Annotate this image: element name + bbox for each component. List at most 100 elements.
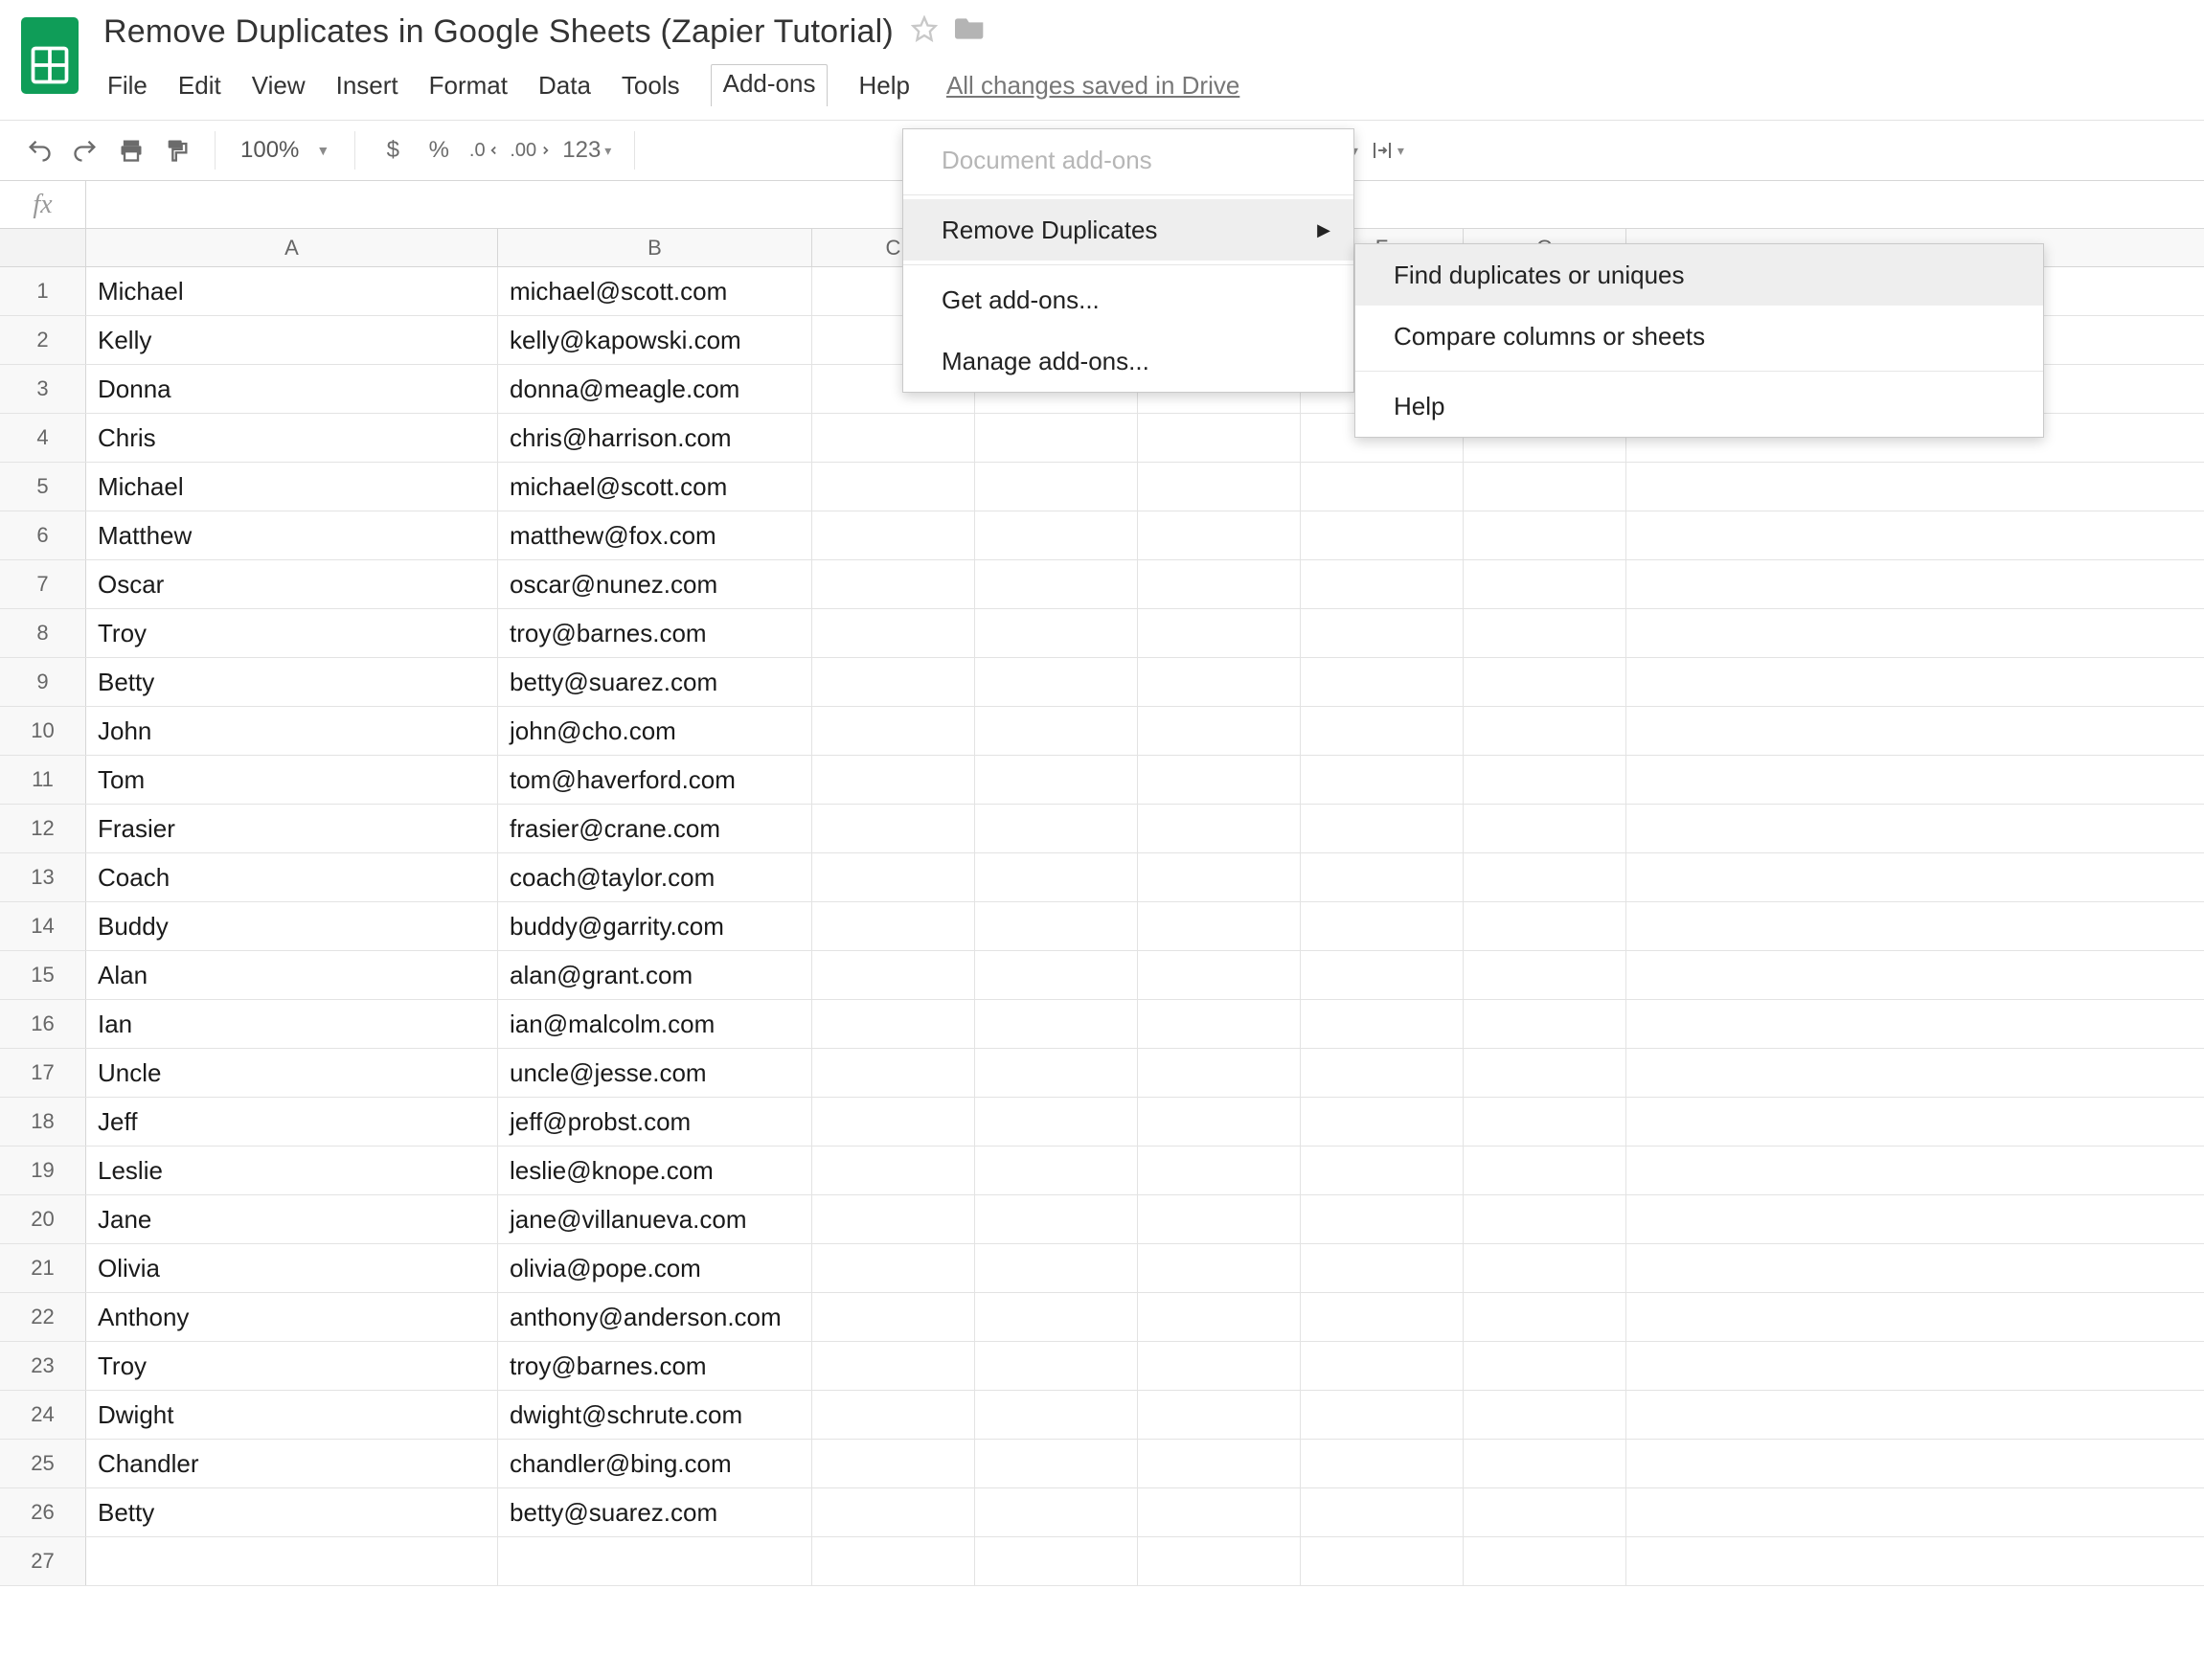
submenu-find-duplicates[interactable]: Find duplicates or uniques <box>1355 244 2043 306</box>
cell[interactable] <box>1138 609 1301 657</box>
cell[interactable]: Dwight <box>86 1391 498 1439</box>
cell[interactable] <box>1464 1488 1626 1536</box>
cell[interactable] <box>812 1391 975 1439</box>
addons-get-addons[interactable]: Get add-ons... <box>903 269 1353 330</box>
row-header[interactable]: 25 <box>0 1440 86 1487</box>
cell[interactable]: Frasier <box>86 805 498 852</box>
cell[interactable] <box>1464 1195 1626 1243</box>
cell[interactable]: michael@scott.com <box>498 267 812 315</box>
cell[interactable] <box>1138 658 1301 706</box>
menu-insert[interactable]: Insert <box>336 71 398 101</box>
row-header[interactable]: 16 <box>0 1000 86 1048</box>
cell[interactable] <box>1464 463 1626 511</box>
cell[interactable] <box>812 853 975 901</box>
cell[interactable] <box>812 756 975 804</box>
cell[interactable] <box>1138 1146 1301 1194</box>
cell[interactable] <box>1464 1342 1626 1390</box>
cell[interactable] <box>1138 1293 1301 1341</box>
cell[interactable]: Kelly <box>86 316 498 364</box>
row-header[interactable]: 19 <box>0 1146 86 1194</box>
increase-decimal-button[interactable]: .00 <box>509 128 553 172</box>
cell[interactable] <box>1301 756 1464 804</box>
cell[interactable] <box>1464 609 1626 657</box>
cell[interactable] <box>975 1391 1138 1439</box>
cell[interactable]: uncle@jesse.com <box>498 1049 812 1097</box>
cell[interactable]: ian@malcolm.com <box>498 1000 812 1048</box>
cell[interactable] <box>812 658 975 706</box>
cell[interactable]: kelly@kapowski.com <box>498 316 812 364</box>
document-title[interactable]: Remove Duplicates in Google Sheets (Zapi… <box>103 13 894 51</box>
cell[interactable] <box>975 1049 1138 1097</box>
cell[interactable]: Chris <box>86 414 498 462</box>
cell[interactable] <box>1301 1195 1464 1243</box>
menu-data[interactable]: Data <box>538 71 591 101</box>
cell[interactable] <box>1464 1049 1626 1097</box>
cell[interactable] <box>1138 951 1301 999</box>
cell[interactable] <box>812 1244 975 1292</box>
cell[interactable] <box>812 951 975 999</box>
cell[interactable] <box>975 951 1138 999</box>
cell[interactable] <box>1301 1000 1464 1048</box>
cell[interactable] <box>812 463 975 511</box>
cell[interactable] <box>1138 1488 1301 1536</box>
cell[interactable] <box>1138 463 1301 511</box>
submenu-compare-columns[interactable]: Compare columns or sheets <box>1355 306 2043 367</box>
cell[interactable]: buddy@garrity.com <box>498 902 812 950</box>
row-header[interactable]: 24 <box>0 1391 86 1439</box>
cell[interactable] <box>1464 805 1626 852</box>
cell[interactable]: troy@barnes.com <box>498 609 812 657</box>
cell[interactable] <box>975 853 1138 901</box>
cell[interactable] <box>975 756 1138 804</box>
cell[interactable] <box>975 414 1138 462</box>
cell[interactable] <box>975 1146 1138 1194</box>
menu-file[interactable]: File <box>107 71 148 101</box>
cell[interactable] <box>975 805 1138 852</box>
cell[interactable]: Chandler <box>86 1440 498 1487</box>
cell[interactable] <box>1464 707 1626 755</box>
cell[interactable] <box>812 609 975 657</box>
cell[interactable]: Jane <box>86 1195 498 1243</box>
cell[interactable] <box>975 609 1138 657</box>
cell[interactable] <box>1138 1391 1301 1439</box>
row-header[interactable]: 18 <box>0 1098 86 1146</box>
cell[interactable] <box>975 463 1138 511</box>
cell[interactable] <box>1301 805 1464 852</box>
cell[interactable]: olivia@pope.com <box>498 1244 812 1292</box>
cell[interactable]: dwight@schrute.com <box>498 1391 812 1439</box>
cell[interactable] <box>1138 511 1301 559</box>
cell[interactable] <box>1301 853 1464 901</box>
undo-button[interactable] <box>17 128 61 172</box>
cell[interactable]: chandler@bing.com <box>498 1440 812 1487</box>
cell[interactable] <box>1301 1049 1464 1097</box>
cell[interactable] <box>975 707 1138 755</box>
cell[interactable] <box>975 1342 1138 1390</box>
row-header[interactable]: 17 <box>0 1049 86 1097</box>
cell[interactable] <box>812 1098 975 1146</box>
cell[interactable]: Olivia <box>86 1244 498 1292</box>
cell[interactable]: Troy <box>86 609 498 657</box>
cell[interactable] <box>812 902 975 950</box>
decrease-decimal-button[interactable]: .0 <box>463 128 507 172</box>
cell[interactable] <box>1138 1000 1301 1048</box>
text-wrap-button[interactable]: ▾ <box>1365 128 1409 172</box>
cell[interactable] <box>1301 707 1464 755</box>
cell[interactable] <box>975 1195 1138 1243</box>
paint-format-button[interactable] <box>155 128 199 172</box>
cell[interactable] <box>975 1000 1138 1048</box>
cell[interactable]: leslie@knope.com <box>498 1146 812 1194</box>
row-header[interactable]: 7 <box>0 560 86 608</box>
cell[interactable]: Matthew <box>86 511 498 559</box>
cell[interactable] <box>1138 707 1301 755</box>
cell[interactable] <box>498 1537 812 1585</box>
cell[interactable] <box>812 1440 975 1487</box>
cell[interactable] <box>1464 560 1626 608</box>
cell[interactable]: Alan <box>86 951 498 999</box>
cell[interactable] <box>1301 1537 1464 1585</box>
cell[interactable] <box>1301 658 1464 706</box>
menu-view[interactable]: View <box>252 71 306 101</box>
cell[interactable] <box>812 560 975 608</box>
row-header[interactable]: 27 <box>0 1537 86 1585</box>
row-header[interactable]: 20 <box>0 1195 86 1243</box>
cell[interactable] <box>812 1049 975 1097</box>
row-header[interactable]: 9 <box>0 658 86 706</box>
